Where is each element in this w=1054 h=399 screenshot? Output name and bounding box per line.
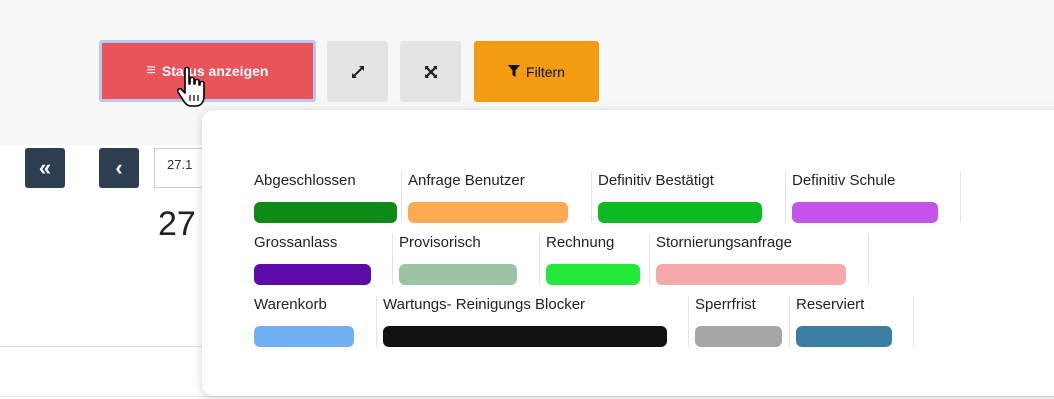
divider <box>0 396 1054 397</box>
expand-icon <box>351 65 364 78</box>
legend-item-sperrfrist: Sperrfrist <box>689 296 790 347</box>
legend-label: Definitiv Bestätigt <box>598 172 714 189</box>
legend-color-swatch <box>408 202 568 223</box>
legend-item-rechnung: Rechnung <box>540 234 650 285</box>
legend-item-provisorisch: Provisorisch <box>393 234 540 285</box>
legend-item-definitiv-bestätigt: Definitiv Bestätigt <box>592 172 786 223</box>
legend-label: Sperrfrist <box>695 296 756 313</box>
legend-label: Warenkorb <box>254 296 327 313</box>
legend-label: Grossanlass <box>254 234 338 251</box>
previous-button[interactable]: ‹ <box>99 148 139 188</box>
legend-color-swatch <box>695 326 782 347</box>
double-chevron-left-icon: « <box>38 155 52 180</box>
date-input-value: 27.1 <box>167 157 193 172</box>
legend-color-swatch <box>254 202 397 223</box>
hand-cursor-icon <box>176 66 205 107</box>
filter-button[interactable]: Filtern <box>474 41 599 102</box>
legend-row: Grossanlass Provisorisch Rechnung Stornieru… <box>248 234 869 285</box>
first-page-button[interactable]: « <box>25 148 65 188</box>
legend-color-swatch <box>546 264 640 285</box>
legend-item-wartungs-reinigungs-blocker: Wartungs- Reinigungs Blocker <box>377 296 689 347</box>
legend-row: Warenkorb Wartungs- Reinigungs Blocker Spe… <box>248 296 914 347</box>
legend-color-swatch <box>792 202 938 223</box>
legend-item-warenkorb: Warenkorb <box>248 296 377 347</box>
menu-icon: ≡ <box>146 62 156 79</box>
legend-label: Rechnung <box>546 234 615 251</box>
chevron-left-icon: ‹ <box>115 155 123 180</box>
legend-label: Anfrage Benutzer <box>408 172 525 189</box>
legend-item-grossanlass: Grossanlass <box>248 234 393 285</box>
legend-color-swatch <box>254 264 371 285</box>
legend-label: Wartungs- Reinigungs Blocker <box>383 296 586 313</box>
legend-color-swatch <box>656 264 846 285</box>
fullscreen-button[interactable] <box>400 41 461 102</box>
legend-label: Abgeschlossen <box>254 172 356 189</box>
legend-color-swatch <box>254 326 354 347</box>
legend-item-reserviert: Reserviert <box>790 296 914 347</box>
status-legend-popup: Abgeschlossen Anfrage Benutzer Definitiv B… <box>202 110 1054 396</box>
divider <box>0 346 210 347</box>
legend-color-swatch <box>399 264 517 285</box>
filter-label: Filtern <box>526 63 565 80</box>
legend-color-swatch <box>383 326 667 347</box>
legend-color-swatch <box>796 326 892 347</box>
arrows-icon <box>424 65 437 78</box>
legend-row: Abgeschlossen Anfrage Benutzer Definitiv B… <box>248 172 961 223</box>
date-heading: 27 <box>158 205 196 243</box>
legend-label: Stornierungsanfrage <box>656 234 792 251</box>
legend-item-definitiv-schule: Definitiv Schule <box>786 172 961 223</box>
legend-item-stornierungsanfrage: Stornierungsanfrage <box>650 234 869 285</box>
legend-item-abgeschlossen: Abgeschlossen <box>248 172 402 223</box>
legend-label: Provisorisch <box>399 234 481 251</box>
filter-icon <box>508 65 521 77</box>
legend-item-anfrage-benutzer: Anfrage Benutzer <box>402 172 592 223</box>
legend-color-swatch <box>598 202 762 223</box>
legend-label: Reserviert <box>796 296 865 313</box>
expand-button[interactable] <box>327 41 388 102</box>
legend-label: Definitiv Schule <box>792 172 896 189</box>
